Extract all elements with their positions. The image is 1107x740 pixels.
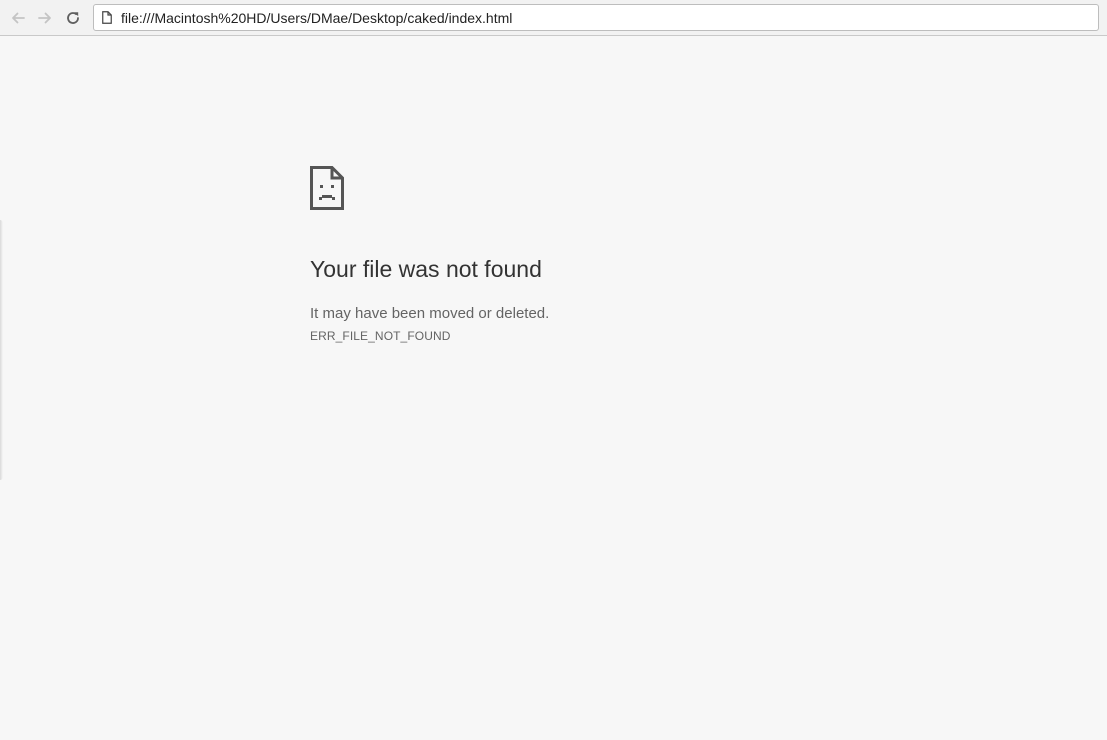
browser-toolbar: file:///Macintosh%20HD/Users/DMae/Deskto… — [0, 0, 1107, 36]
arrow-left-icon — [12, 12, 25, 24]
error-title: Your file was not found — [310, 256, 542, 282]
error-code: ERR_FILE_NOT_FOUND — [310, 329, 451, 343]
forward-button[interactable] — [35, 8, 55, 28]
back-button[interactable] — [8, 8, 28, 28]
sad-file-icon — [310, 166, 344, 210]
page-content: Your file was not found It may have been… — [0, 37, 1107, 740]
arrow-right-icon — [38, 12, 51, 24]
error-description: It may have been moved or deleted. — [310, 305, 550, 322]
file-icon — [102, 11, 114, 25]
reload-button[interactable] — [63, 8, 83, 28]
reload-icon — [67, 12, 79, 24]
side-panel-edge — [0, 220, 3, 480]
address-bar[interactable]: file:///Macintosh%20HD/Users/DMae/Deskto… — [93, 4, 1099, 31]
url-text[interactable]: file:///Macintosh%20HD/Users/DMae/Deskto… — [121, 10, 512, 26]
